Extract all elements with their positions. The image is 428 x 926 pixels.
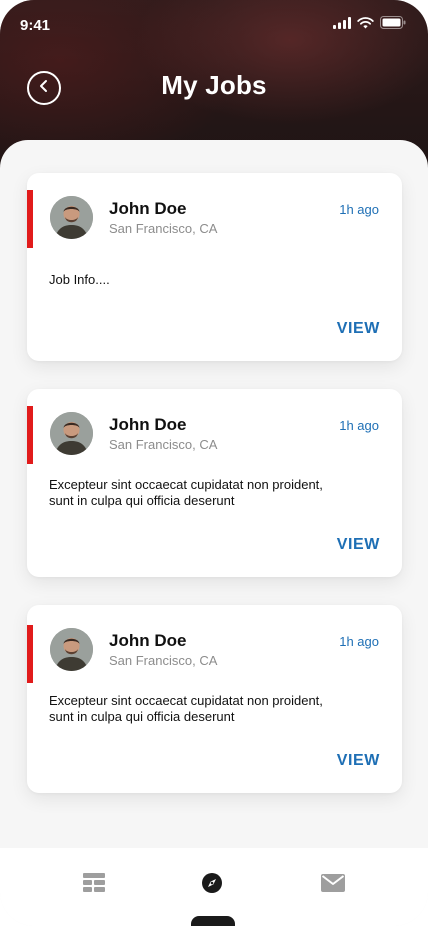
job-info: Excepteur sint occaecat cupidatat non pr… (49, 693, 323, 724)
status-time: 9:41 (20, 17, 51, 34)
accent-bar (27, 406, 33, 464)
job-name: John Doe (109, 631, 187, 650)
view-button[interactable]: VIEW (337, 752, 380, 770)
tab-explore[interactable] (200, 872, 224, 899)
job-location: San Francisco, CA (109, 653, 218, 668)
avatar (50, 628, 93, 671)
job-location: San Francisco, CA (109, 437, 218, 452)
job-time: 1h ago (339, 418, 379, 433)
wifi-icon (357, 16, 374, 34)
status-bar: 9:41 (0, 0, 428, 48)
job-info: Excepteur sint occaecat cupidatat non pr… (49, 477, 323, 508)
job-name: John Doe (109, 415, 187, 434)
job-card[interactable]: John Doe San Francisco, CA 1h ago Except… (27, 605, 402, 793)
page-title: My Jobs (161, 70, 267, 100)
job-card[interactable]: John Doe San Francisco, CA 1h ago Except… (27, 389, 402, 577)
avatar (50, 196, 93, 239)
job-time: 1h ago (339, 634, 379, 649)
status-icons (333, 16, 406, 34)
job-name: John Doe (109, 199, 187, 218)
battery-icon (380, 16, 406, 34)
tab-bar (0, 848, 428, 926)
compass-icon (201, 872, 223, 899)
mail-icon (321, 873, 345, 897)
view-button[interactable]: VIEW (337, 536, 380, 554)
avatar (50, 412, 93, 455)
job-info: Job Info.... (49, 272, 110, 287)
home-indicator (191, 916, 235, 926)
job-location: San Francisco, CA (109, 221, 218, 236)
accent-bar (27, 625, 33, 683)
phone-screen: 9:41 My Jobs John Doe San Francisco, CA … (0, 0, 428, 926)
job-card[interactable]: John Doe San Francisco, CA 1h ago Job In… (27, 173, 402, 361)
tab-messages[interactable] (321, 873, 345, 897)
job-time: 1h ago (339, 202, 379, 217)
tab-list[interactable] (82, 872, 106, 898)
signal-icon (333, 16, 351, 34)
list-icon (83, 872, 105, 898)
view-button[interactable]: VIEW (337, 320, 380, 338)
accent-bar (27, 190, 33, 248)
